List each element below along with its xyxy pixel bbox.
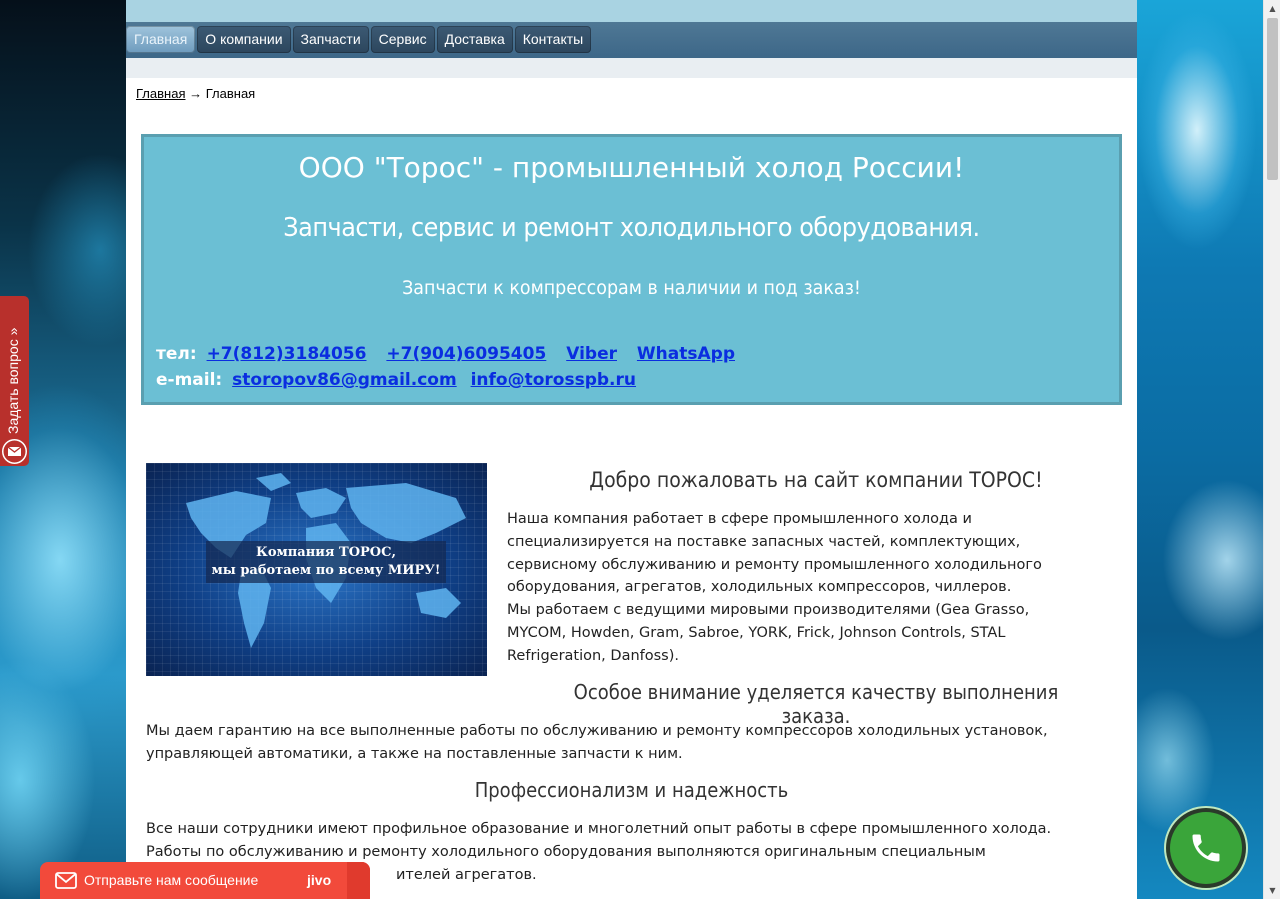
top-strip <box>126 0 1137 22</box>
breadcrumb-separator: → <box>189 86 203 101</box>
breadcrumb-current: Главная <box>205 86 256 101</box>
chat-envelope-icon <box>55 872 77 889</box>
banner-tagline: Запчасти к компрессорам в наличии и под … <box>402 277 861 299</box>
ask-question-tab[interactable]: Задать вопрос » <box>0 296 29 466</box>
image-caption: Компания ТОРОС, мы работаем по всему МИР… <box>206 541 446 583</box>
viber-link[interactable]: Viber <box>566 344 617 364</box>
prof-text-2: Работы по обслуживанию и ремонту холодил… <box>146 843 986 860</box>
main-navigation: Главная О компании Запчасти Сервис Доста… <box>126 22 1137 58</box>
page-container: Главная О компании Запчасти Сервис Доста… <box>126 0 1137 899</box>
email-link-2[interactable]: info@torosspb.ru <box>471 370 636 390</box>
envelope-icon <box>0 437 29 466</box>
chat-widget[interactable]: Отправьте нам сообщение jivo <box>40 862 370 899</box>
main-content: Главная → Главная ООО "Торос" - промышле… <box>126 78 1137 899</box>
arrow-down-icon[interactable]: ▼ <box>1264 882 1280 899</box>
email-link-1[interactable]: storopov86@gmail.com <box>232 370 457 390</box>
image-caption-line-1: Компания ТОРОС, <box>256 545 396 560</box>
nav-item-about[interactable]: О компании <box>197 26 291 53</box>
arrow-up-icon[interactable]: ▲ <box>1264 0 1280 17</box>
nav-menu: Главная О компании Запчасти Сервис Доста… <box>126 26 592 53</box>
phone-label: тел: <box>156 344 197 364</box>
banner-subtitle: Запчасти, сервис и ремонт холодильного о… <box>283 213 980 243</box>
welcome-paragraph: Наша компания работает в сфере промышлен… <box>507 508 1077 668</box>
phone-link-2[interactable]: +7(904)6095405 <box>386 344 546 364</box>
vertical-scrollbar[interactable]: ▲ ▼ <box>1263 0 1280 899</box>
world-map-image: Компания ТОРОС, мы работаем по всему МИР… <box>146 463 487 676</box>
welcome-text-2: Мы работаем с ведущими мировыми производ… <box>507 602 1030 664</box>
chat-corner <box>347 862 370 899</box>
nav-item-contacts[interactable]: Контакты <box>514 26 592 53</box>
nav-item-home[interactable]: Главная <box>126 26 196 53</box>
phone-link-1[interactable]: +7(812)3184056 <box>207 344 367 364</box>
whatsapp-link[interactable]: WhatsApp <box>637 344 735 364</box>
breadcrumb: Главная → Главная <box>136 86 255 101</box>
call-button[interactable] <box>1170 812 1242 884</box>
banner-title: ООО "Торос" - промышленный холод России! <box>298 151 965 184</box>
background-right <box>1137 0 1263 899</box>
nav-item-parts[interactable]: Запчасти <box>292 26 369 53</box>
email-label: e-mail: <box>156 370 223 390</box>
nav-item-delivery[interactable]: Доставка <box>436 26 513 53</box>
chat-label: Отправьте нам сообщение <box>84 872 259 888</box>
professionalism-heading: Профессионализм и надежность <box>474 778 789 802</box>
email-row: e-mail: storopov86@gmail.com info@toross… <box>156 367 749 393</box>
welcome-heading: Добро пожаловать на сайт компании ТОРОС! <box>589 468 1043 492</box>
ask-question-label: Задать вопрос » <box>5 299 23 434</box>
image-caption-line-2: мы работаем по всему МИРУ! <box>211 563 441 578</box>
contact-block: тел: +7(812)3184056 +7(904)6095405 Viber… <box>156 341 749 393</box>
scrollbar-thumb[interactable] <box>1267 18 1278 180</box>
header-banner: ООО "Торос" - промышленный холод России!… <box>141 134 1122 405</box>
welcome-text-1: Наша компания работает в сфере промышлен… <box>507 511 1042 596</box>
quality-paragraph: Мы даем гарантию на все выполненные рабо… <box>146 723 1048 762</box>
ask-question-text: Задать вопрос <box>5 339 21 434</box>
phone-icon <box>1192 834 1220 862</box>
phone-row: тел: +7(812)3184056 +7(904)6095405 Viber… <box>156 341 749 367</box>
breadcrumb-home-link[interactable]: Главная <box>136 86 185 101</box>
ask-question-arrow: » <box>5 327 21 336</box>
chat-brand-logo: jivo <box>307 872 332 888</box>
nav-item-service[interactable]: Сервис <box>370 26 435 53</box>
prof-text-1: Все наши сотрудники имеют профильное обр… <box>146 821 1052 837</box>
